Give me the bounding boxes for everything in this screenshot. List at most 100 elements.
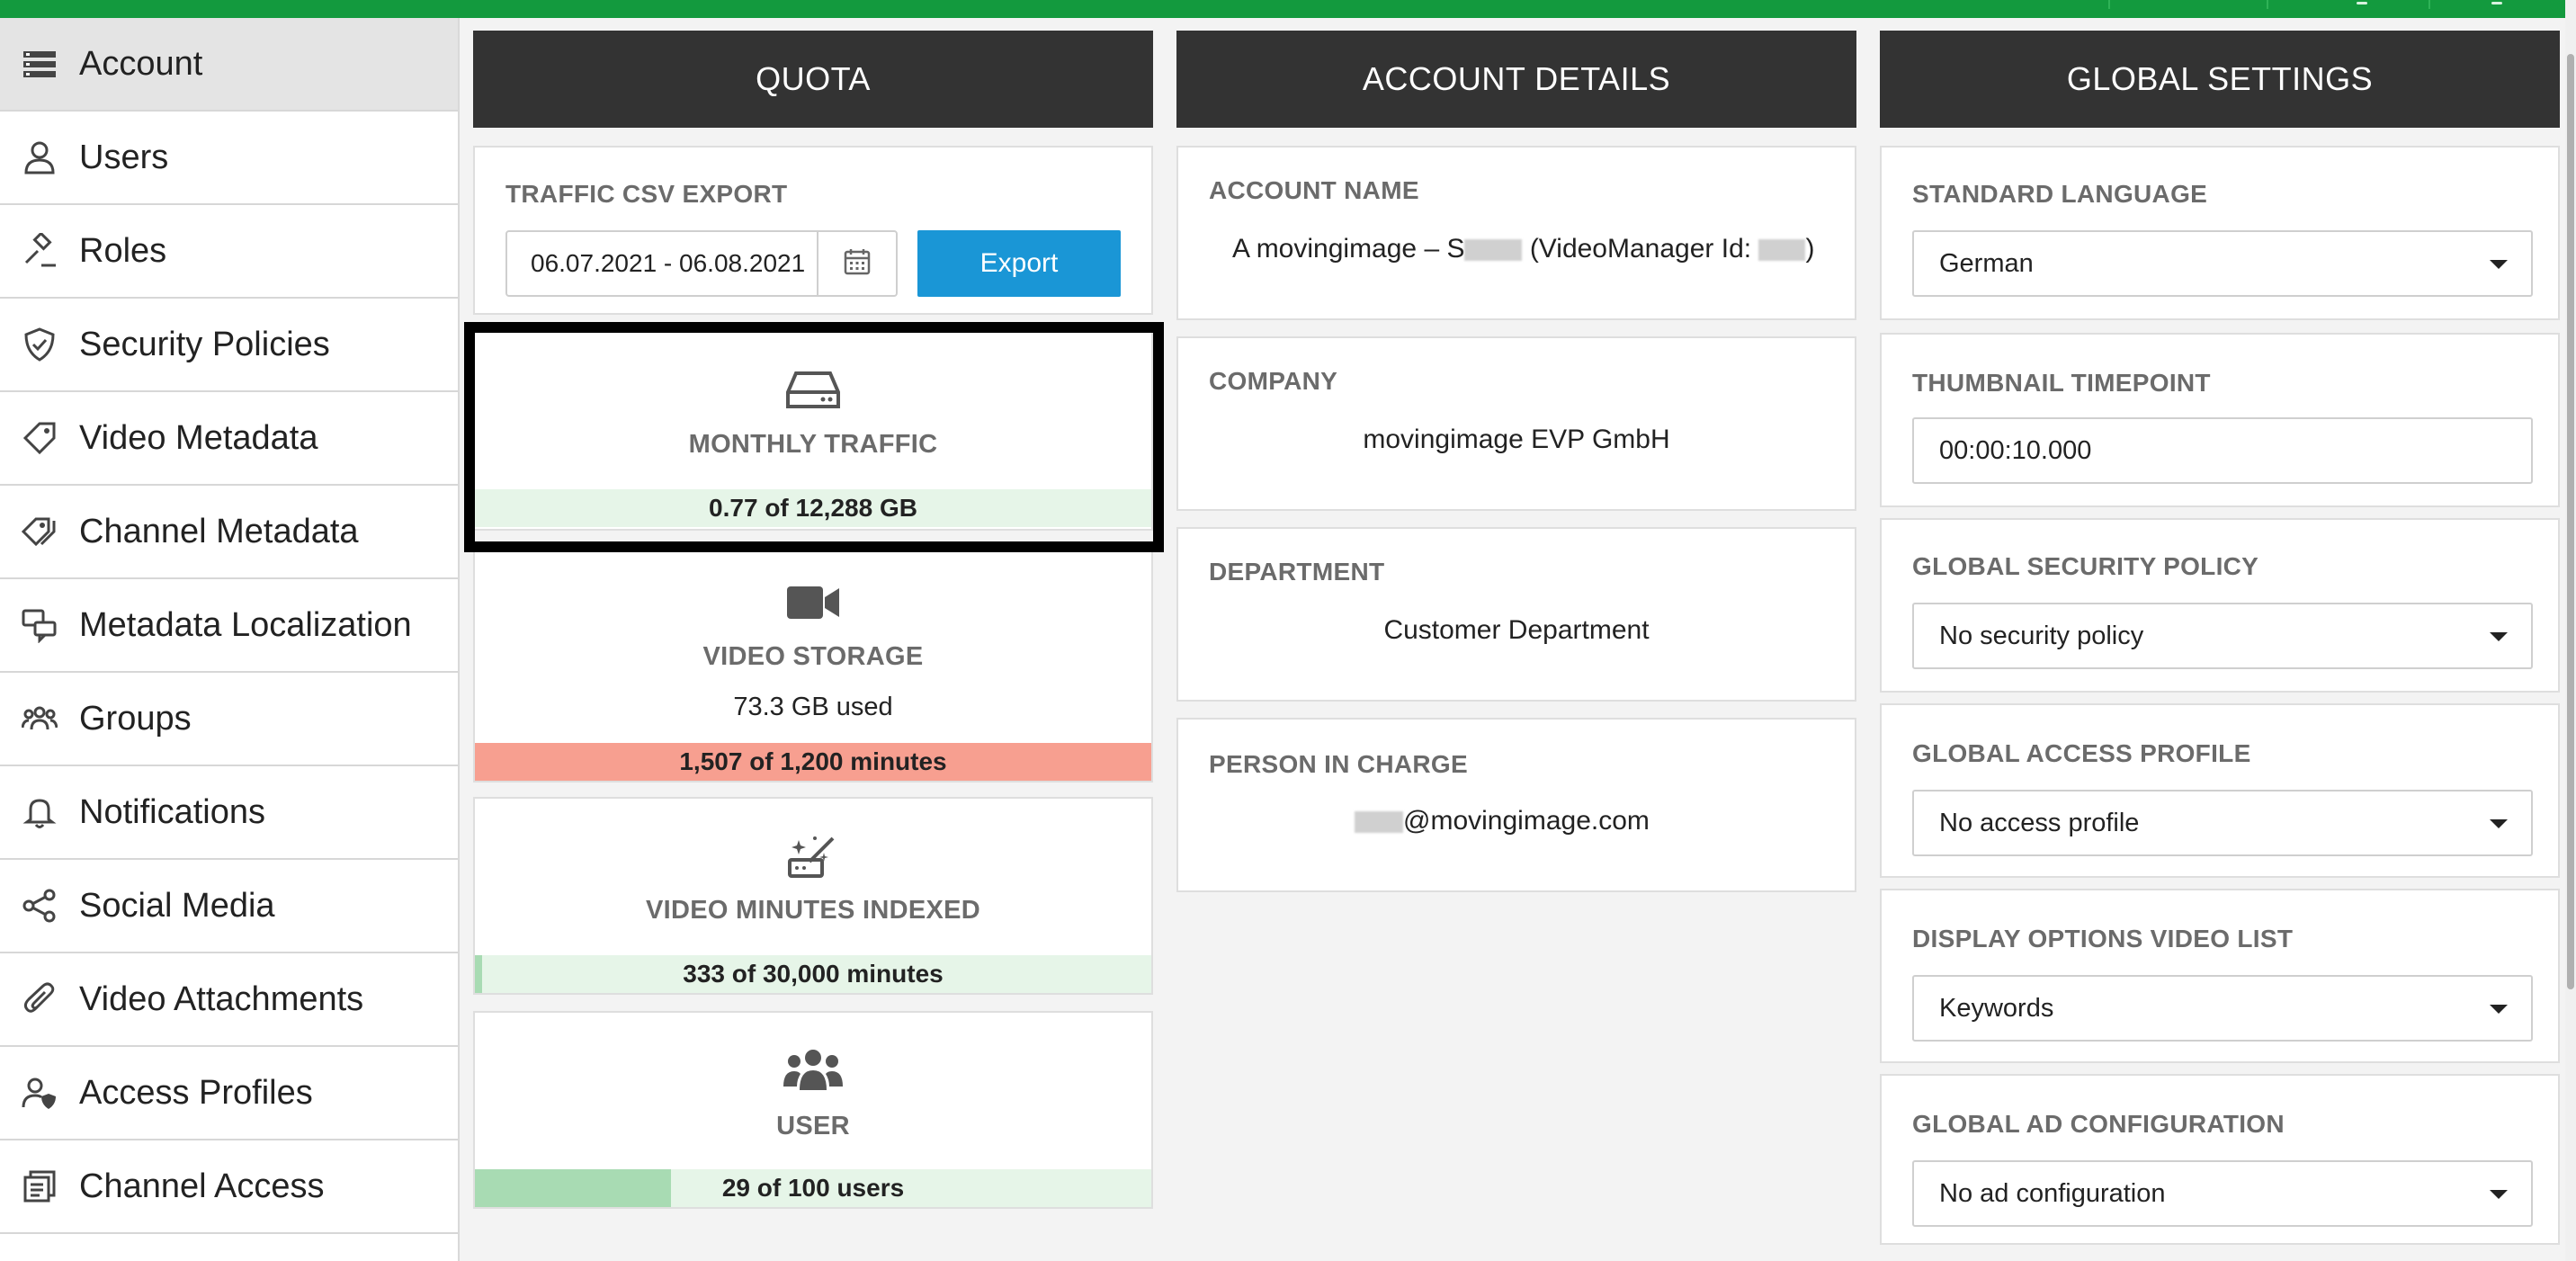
sidebar-item-label: Groups (79, 699, 192, 738)
global-access-profile-card: GLOBAL ACCESS PROFILE No access profile (1880, 703, 2560, 878)
display-options-video-list-card: DISPLAY OPTIONS VIDEO LIST Keywords (1880, 889, 2560, 1063)
top-bar-divider (2267, 0, 2268, 9)
display-options-video-list-value: Keywords (1939, 994, 2054, 1023)
standard-language-card: STANDARD LANGUAGE German (1880, 146, 2560, 320)
traffic-export-card: TRAFFIC CSV EXPORT 06.07.2021 - 06.08.20… (473, 146, 1153, 315)
video-minutes-indexed-value: 333 of 30,000 minutes (683, 960, 944, 988)
sidebar-item-channel-metadata[interactable]: Channel Metadata (0, 486, 458, 579)
top-bar-menu-fragment[interactable] (2491, 2, 2502, 4)
redacted-text (1758, 239, 1806, 262)
sidebar-item-notifications[interactable]: Notifications (0, 766, 458, 860)
account-name-label: ACCOUNT NAME (1209, 176, 1419, 204)
person-in-charge-label: PERSON IN CHARGE (1209, 750, 1468, 778)
calendar-button[interactable] (817, 230, 898, 297)
sidebar-item-access-profiles[interactable]: Access Profiles (0, 1047, 458, 1140)
thumbnail-timepoint-value: 00:00:10.000 (1939, 436, 2092, 465)
sidebar-item-video-metadata[interactable]: Video Metadata (0, 392, 458, 486)
sidebar-item-label: Roles (79, 231, 167, 270)
sidebar-item-label: Channel Access (79, 1167, 325, 1205)
user-card: USER 29 of 100 users (473, 1011, 1153, 1209)
top-bar (0, 0, 2576, 18)
video-camera-icon (475, 583, 1151, 622)
global-access-profile-label: GLOBAL ACCESS PROFILE (1912, 739, 2251, 767)
bell-icon (18, 791, 61, 834)
shield-icon (18, 323, 61, 366)
sidebar-item-metadata-localization[interactable]: Metadata Localization (0, 579, 458, 673)
sidebar: Account Users Roles Security Policies Vi… (0, 18, 460, 1261)
department-value: Customer Department (1383, 615, 1650, 645)
account-name-value: A movingimage – S (VideoManager Id: ) (1232, 234, 1814, 264)
user-icon (18, 136, 61, 179)
sidebar-item-users[interactable]: Users (0, 112, 458, 205)
chevron-down-icon (2490, 1005, 2508, 1014)
video-storage-used: 73.3 GB used (733, 693, 893, 721)
global-settings-column: GLOBAL SETTINGS (1880, 31, 2560, 128)
user-bar: 29 of 100 users (475, 1169, 1151, 1207)
monthly-traffic-card: MONTHLY TRAFFIC 0.77 of 12,288 GB (473, 329, 1153, 531)
speech-bubbles-icon (18, 604, 61, 647)
sidebar-item-account[interactable]: Account (0, 18, 458, 112)
account-details-column: ACCOUNT DETAILS (1176, 31, 1856, 128)
top-bar-divider (2108, 0, 2110, 9)
users-icon (475, 1047, 1151, 1092)
thumbnail-timepoint-label: THUMBNAIL TIMEPOINT (1912, 369, 2211, 397)
sidebar-item-video-attachments[interactable]: Video Attachments (0, 953, 458, 1047)
account-id-prefix: (VideoManager Id: (1522, 234, 1759, 264)
person-in-charge-card: PERSON IN CHARGE @movingimage.com (1176, 718, 1856, 892)
sidebar-item-channel-access[interactable]: Channel Access (0, 1140, 458, 1234)
account-details-heading: ACCOUNT DETAILS (1176, 31, 1856, 128)
video-storage-title: VIDEO STORAGE (702, 642, 924, 671)
department-label: DEPARTMENT (1209, 558, 1385, 586)
user-value: 29 of 100 users (721, 1174, 905, 1202)
thumbnail-timepoint-input[interactable]: 00:00:10.000 (1912, 417, 2533, 484)
global-security-policy-select[interactable]: No security policy (1912, 603, 2533, 669)
global-security-policy-value: No security policy (1939, 622, 2144, 650)
group-icon (18, 697, 61, 740)
account-list-icon (18, 42, 61, 85)
top-bar-menu-fragment[interactable] (2357, 2, 2367, 4)
global-ad-configuration-label: GLOBAL AD CONFIGURATION (1912, 1110, 2285, 1138)
sidebar-item-roles[interactable]: Roles (0, 205, 458, 299)
sidebar-item-groups[interactable]: Groups (0, 673, 458, 766)
sidebar-item-label: Video Metadata (79, 418, 318, 457)
video-minutes-indexed-card: VIDEO MINUTES INDEXED 333 of 30,000 minu… (473, 797, 1153, 995)
sidebar-item-label: Access Profiles (79, 1073, 313, 1112)
monthly-traffic-title: MONTHLY TRAFFIC (688, 430, 938, 459)
export-button[interactable]: Export (917, 230, 1121, 297)
chevron-down-icon (2490, 819, 2508, 828)
channel-access-icon (18, 1165, 61, 1208)
account-name-card: ACCOUNT NAME A movingimage – S (VideoMan… (1176, 146, 1856, 320)
sidebar-item-label: Video Attachments (79, 979, 364, 1018)
global-access-profile-select[interactable]: No access profile (1912, 790, 2533, 856)
standard-language-select[interactable]: German (1912, 230, 2533, 297)
standard-language-label: STANDARD LANGUAGE (1912, 180, 2208, 208)
monthly-traffic-bar: 0.77 of 12,288 GB (475, 489, 1151, 527)
person-in-charge-value: @movingimage.com (1355, 806, 1650, 836)
display-options-video-list-label: DISPLAY OPTIONS VIDEO LIST (1912, 925, 2294, 952)
chevron-down-icon (2490, 632, 2508, 641)
department-card: DEPARTMENT Customer Department (1176, 527, 1856, 702)
sidebar-item-label: Users (79, 138, 169, 176)
sidebar-item-label: Account (79, 44, 203, 83)
thumbnail-timepoint-card: THUMBNAIL TIMEPOINT 00:00:10.000 (1880, 333, 2560, 507)
gavel-icon (18, 229, 61, 273)
global-ad-configuration-select[interactable]: No ad configuration (1912, 1160, 2533, 1227)
company-card: COMPANY movingimage EVP GmbH (1176, 336, 1856, 511)
sidebar-item-label: Channel Metadata (79, 512, 359, 550)
paperclip-icon (18, 978, 61, 1021)
sidebar-item-label: Metadata Localization (79, 605, 412, 644)
tags-icon (18, 510, 61, 553)
traffic-export-label: TRAFFIC CSV EXPORT (505, 180, 788, 208)
company-label: COMPANY (1209, 367, 1338, 395)
tag-icon (18, 416, 61, 460)
video-storage-bar: 1,507 of 1,200 minutes (475, 743, 1151, 781)
top-bar-divider (2428, 0, 2430, 9)
sidebar-item-security-policies[interactable]: Security Policies (0, 299, 458, 392)
date-range-input[interactable]: 06.07.2021 - 06.08.2021 (505, 230, 818, 297)
redacted-text (1464, 239, 1523, 262)
page-scrollbar-thumb[interactable] (2567, 54, 2574, 989)
display-options-video-list-select[interactable]: Keywords (1912, 975, 2533, 1042)
user-title: USER (776, 1112, 850, 1140)
sidebar-item-social-media[interactable]: Social Media (0, 860, 458, 953)
video-minutes-indexed-bar: 333 of 30,000 minutes (475, 955, 1151, 993)
